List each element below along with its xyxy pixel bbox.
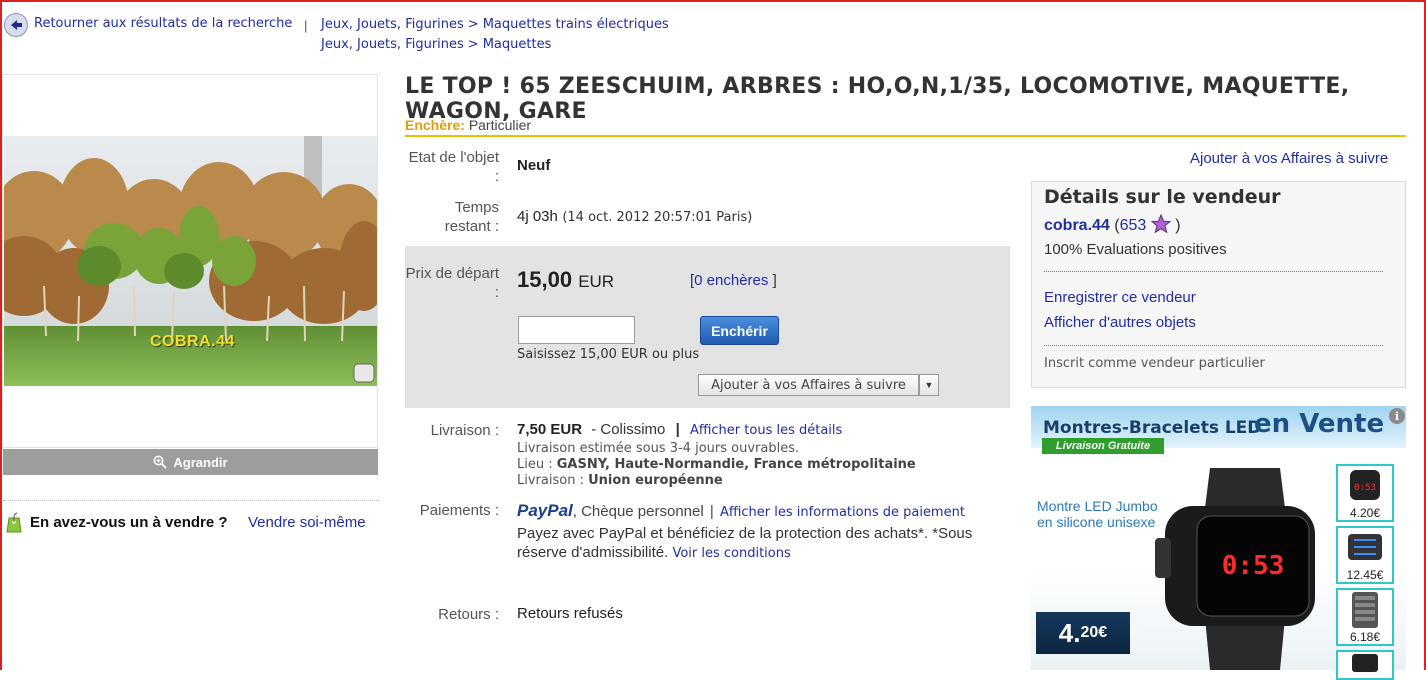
back-arrow-icon[interactable]	[4, 13, 28, 37]
title-rule	[405, 135, 1406, 137]
ad-thumb[interactable]: 0:53 4.20€	[1336, 464, 1394, 522]
ad-price-cents: 20€	[1080, 624, 1108, 641]
separator: |	[709, 503, 714, 520]
condition-label: Etat de l'objet :	[408, 149, 499, 185]
divider	[3, 500, 379, 501]
ad-thumb[interactable]: 6.18€	[1336, 588, 1394, 646]
enlarge-label: Agrandir	[173, 454, 228, 470]
conditions-link[interactable]: Voir les conditions	[672, 546, 790, 561]
location-value: GASNY, Haute-Normandie, France métropoli…	[556, 457, 916, 472]
separator: |	[675, 421, 680, 438]
ad-title: Montres-Bracelets LED	[1043, 418, 1262, 438]
bid-amount-input[interactable]	[518, 316, 635, 344]
seller-title: Détails sur le vendeur	[1044, 186, 1281, 208]
start-price-label: Prix de départ :	[405, 265, 499, 301]
nav-separator: |	[304, 18, 308, 33]
zoom-icon	[153, 455, 168, 469]
ad-thumb[interactable]: 12.45€	[1336, 526, 1394, 584]
page-title: LE TOP ! 65 ZEESCHUIM, ARBRES : HO,O,N,1…	[405, 74, 1350, 124]
location-label: Lieu :	[517, 457, 553, 472]
place-bid-button[interactable]: Enchérir	[700, 316, 779, 345]
time-left: 4j 03h (14 oct. 2012 20:57:01 Paris)	[517, 208, 752, 226]
ad-shipping-badge: Livraison Gratuite	[1042, 438, 1164, 454]
watch-display: 0:53	[1222, 551, 1285, 581]
time-left-label: Temps restant :	[444, 199, 499, 235]
breadcrumb: Jeux, Jouets, Figurines > Maquettes	[321, 37, 552, 52]
time-left-detail: (14 oct. 2012 20:57:01 Paris)	[562, 210, 753, 225]
returns-value: Retours refusés	[517, 605, 623, 622]
item-location: Lieu : GASNY, Haute-Normandie, France mé…	[517, 457, 916, 472]
start-price-value: 15,00	[517, 267, 573, 292]
payment-methods: , Chèque personnel	[572, 503, 704, 520]
price-tag-icon	[6, 512, 22, 533]
bid-count: [0 enchères ]	[690, 272, 777, 289]
ships-to-label: Livraison :	[517, 473, 584, 488]
bid-hint: Saisissez 15,00 EUR ou plus	[517, 347, 700, 362]
feedback-score-link[interactable]: 653	[1120, 217, 1147, 234]
seller-info: cobra.44 (653 )	[1044, 213, 1181, 235]
add-to-watchlist-button[interactable]: Ajouter à vos Affaires à suivre	[698, 374, 919, 396]
ad-thumb-price: 12.45€	[1338, 568, 1392, 582]
listing-type: Enchère: Particulier	[405, 117, 531, 133]
breadcrumb-item-jeux[interactable]: Jeux, Jouets, Figurines	[321, 37, 464, 52]
save-seller-link[interactable]: Enregistrer ce vendeur	[1044, 289, 1196, 306]
ad-title-sale: en Vente	[1254, 409, 1385, 439]
shipping-carrier: - Colissimo	[591, 421, 666, 438]
divider	[1044, 271, 1383, 272]
sell-question: En avez-vous un à vendre ?	[30, 514, 228, 531]
breadcrumb-item-maquettes[interactable]: Maquettes	[483, 37, 552, 52]
sell-yourself-link[interactable]: Vendre soi-même	[248, 514, 366, 531]
bid-count-link[interactable]: 0 enchères	[694, 272, 768, 289]
follow-item-link[interactable]: Ajouter à vos Affaires à suivre	[1190, 150, 1388, 167]
photo-watermark: COBRA.44	[150, 333, 235, 350]
chevron-down-icon[interactable]: ▼	[919, 374, 939, 396]
ships-to-value: Union européenne	[588, 473, 723, 488]
time-left-value: 4j 03h	[517, 208, 558, 225]
payments-row: PayPal, Chèque personnel | Afficher les …	[517, 501, 965, 521]
breadcrumb-item-jeux[interactable]: Jeux, Jouets, Figurines	[321, 17, 464, 32]
ad-thumb-price: 6.18€	[1338, 630, 1392, 644]
start-price: 15,00 EUR	[517, 267, 614, 293]
paren: )	[1175, 217, 1181, 234]
paypal-logo: PayPal	[517, 501, 573, 520]
other-items-link[interactable]: Afficher d'autres objets	[1044, 314, 1196, 331]
currency: EUR	[578, 272, 615, 291]
ad-price: 4. 20€	[1036, 612, 1130, 654]
shipping-details-link[interactable]: Afficher tous les détails	[690, 423, 842, 438]
ad-price-main: 4.	[1058, 617, 1081, 648]
back-to-results-link[interactable]: Retourner aux résultats de la recherche	[34, 16, 292, 31]
info-icon[interactable]: i	[1389, 408, 1405, 424]
listing-type-value: Particulier	[468, 117, 532, 133]
seller-name-link[interactable]: cobra.44	[1044, 217, 1110, 234]
shipping-estimate: Livraison estimée sous 3-4 jours ouvrabl…	[517, 441, 800, 456]
payments-label: Paiements :	[419, 502, 499, 519]
shipping-row: 7,50 EUR - Colissimo | Afficher tous les…	[517, 421, 842, 438]
returns-label: Retours :	[438, 606, 499, 623]
shipping-label: Livraison :	[430, 422, 499, 439]
bracket: ]	[772, 272, 777, 289]
svg-text:0:53: 0:53	[1354, 483, 1376, 493]
ad-thumb[interactable]	[1336, 650, 1394, 680]
breadcrumb-item-trains[interactable]: Maquettes trains électriques	[483, 17, 669, 32]
watch-image: 0:53	[1155, 468, 1315, 670]
breadcrumb: Jeux, Jouets, Figurines > Maquettes trains…	[321, 17, 669, 32]
seller-feedback: 100% Evaluations positives	[1044, 241, 1227, 258]
seller-registration: Inscrit comme vendeur particulier	[1044, 356, 1265, 371]
condition-value: Neuf	[517, 157, 551, 174]
paypal-note: Payez avec PayPal et bénéficiez de la pr…	[517, 524, 995, 563]
ad-product: Montre LED Jumbo en silicone unisexe	[1037, 498, 1158, 530]
payment-info-link[interactable]: Afficher les informations de paiement	[720, 505, 965, 520]
divider	[1044, 345, 1383, 346]
ad-thumb-price: 4.20€	[1338, 506, 1392, 520]
star-icon	[1150, 213, 1172, 234]
listing-type-key: Enchère:	[405, 117, 465, 133]
enlarge-button[interactable]: Agrandir	[3, 449, 378, 475]
shipping-price: 7,50 EUR	[517, 421, 583, 438]
ships-to: Livraison : Union européenne	[517, 473, 723, 488]
